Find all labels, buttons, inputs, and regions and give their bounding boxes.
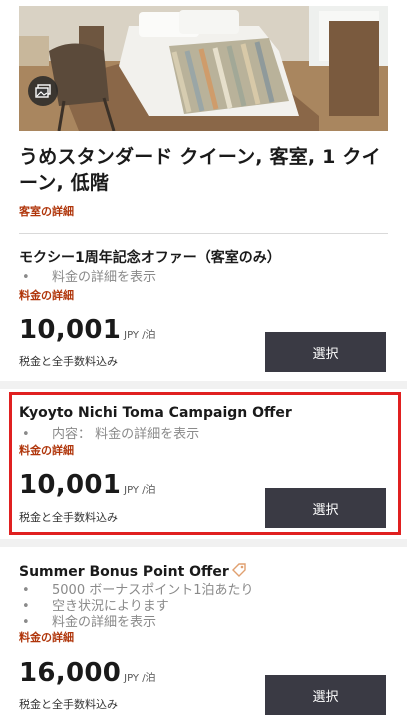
- offer-price: 16,000 JPY /泊: [19, 658, 156, 688]
- tax-note: 税金と全手数料込み: [19, 355, 118, 368]
- price-amount: 16,000: [19, 658, 122, 688]
- price-unit: JPY /泊: [124, 330, 156, 341]
- price-amount: 10,001: [19, 315, 122, 345]
- rate-detail-link[interactable]: 料金の詳細: [19, 287, 74, 303]
- room-title: うめスタンダード クイーン, 客室, 1 クイーン, 低階: [19, 146, 381, 194]
- room-photo[interactable]: [19, 6, 388, 131]
- offer-title: モクシー1周年記念オファー（客室のみ）: [19, 250, 281, 266]
- select-button[interactable]: 選択: [265, 332, 386, 372]
- price-unit: JPY /泊: [124, 673, 156, 684]
- divider: [19, 233, 388, 234]
- rate-detail-link[interactable]: 料金の詳細: [19, 629, 74, 645]
- select-button[interactable]: 選択: [265, 675, 386, 715]
- offer-bullet: • 料金の詳細を表示: [22, 270, 157, 285]
- section-separator: [0, 539, 407, 547]
- section-separator: [0, 381, 407, 389]
- tax-note: 税金と全手数料込み: [19, 698, 118, 711]
- offer-price: 10,001 JPY /泊: [19, 315, 156, 345]
- image-gallery-icon[interactable]: [28, 76, 58, 106]
- room-detail-link[interactable]: 客室の詳細: [19, 203, 74, 219]
- highlight-box: [9, 392, 401, 535]
- offer-bullet: • 料金の詳細を表示: [22, 615, 157, 630]
